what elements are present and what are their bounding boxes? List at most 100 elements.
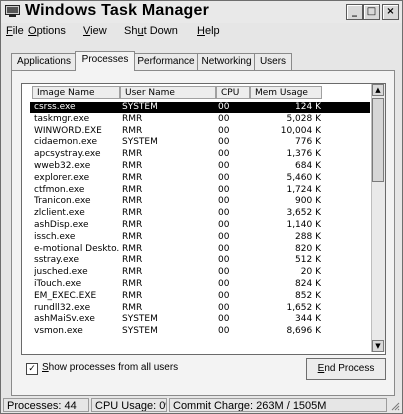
menu-shutdown-label: t Down	[143, 25, 178, 37]
menu-view-label: iew	[90, 25, 107, 37]
cpu-cell: 00	[218, 243, 230, 254]
menu-options-label: ptions	[36, 25, 66, 37]
user-name-cell: RMR	[122, 302, 143, 313]
mem-usage-cell: 124 K	[295, 102, 321, 112]
menu-options[interactable]: Options	[28, 25, 66, 37]
process-row[interactable]: wweb32.exe RMR 00 684 K	[30, 161, 370, 172]
process-row[interactable]: sstray.exe RMR 00 512 K	[30, 255, 370, 266]
mem-usage-cell: 512 K	[295, 255, 321, 266]
image-name-cell: e-motional Deskto...	[34, 243, 120, 254]
column-header-user-name[interactable]: User Name	[120, 86, 216, 99]
tab-processes[interactable]: Processes	[75, 51, 135, 71]
process-row[interactable]: WINWORD.EXE RMR 00 10,004 K	[30, 126, 370, 137]
close-button[interactable]: ×	[382, 4, 399, 20]
show-all-users-label[interactable]: Show processes from all users	[42, 362, 178, 373]
column-header-cpu[interactable]: CPU	[216, 86, 250, 99]
process-row[interactable]: jusched.exe RMR 00 20 K	[30, 267, 370, 278]
image-name-cell: wweb32.exe	[34, 161, 91, 171]
cpu-cell: 00	[218, 302, 230, 313]
user-name-cell: RMR	[122, 149, 143, 160]
image-name-cell: sstray.exe	[34, 255, 79, 266]
scroll-down-arrow-icon[interactable]: ▼	[372, 340, 384, 352]
mem-usage-cell: 900 K	[295, 196, 321, 207]
scroll-thumb[interactable]	[372, 98, 384, 182]
menu-help-label: elp	[204, 25, 220, 37]
tab-performance[interactable]: Performance	[133, 53, 199, 70]
process-row[interactable]: rundll32.exe RMR 00 1,652 K	[30, 303, 370, 314]
show-all-users-checkbox[interactable]: ✓	[26, 363, 38, 375]
vertical-scrollbar[interactable]: ▲ ▼	[371, 84, 385, 352]
process-row[interactable]: ashMaiSv.exe SYSTEM 00 344 K	[30, 314, 370, 325]
mem-usage-cell: 1,724 K	[286, 184, 321, 195]
cpu-cell: 00	[218, 255, 230, 266]
process-row[interactable]: e-motional Deskto... RMR 00 820 K	[30, 244, 370, 255]
process-row[interactable]: zlclient.exe RMR 00 3,652 K	[30, 208, 370, 219]
image-name-cell: taskmgr.exe	[34, 113, 90, 124]
minimize-button[interactable]: _	[346, 4, 363, 20]
process-list[interactable]: Image Name User Name CPU Mem Usage csrss…	[21, 83, 386, 355]
image-name-cell: vsmon.exe	[34, 326, 83, 337]
end-process-button[interactable]: End Process	[306, 358, 386, 380]
tab-users[interactable]: Users	[254, 53, 292, 70]
process-row[interactable]: csrss.exe SYSTEM 00 124 K	[30, 102, 370, 113]
mem-usage-cell: 3,652 K	[286, 208, 321, 219]
user-name-cell: RMR	[122, 125, 143, 136]
user-name-cell: RMR	[122, 267, 143, 278]
process-row[interactable]: ashDisp.exe RMR 00 1,140 K	[30, 220, 370, 231]
user-name-cell: RMR	[122, 208, 143, 219]
cpu-cell: 00	[218, 196, 230, 207]
title-bar[interactable]: Windows Task Manager _ □ ×	[1, 1, 402, 23]
image-name-cell: cidaemon.exe	[34, 137, 98, 148]
cpu-cell: 00	[218, 184, 230, 195]
status-bar: Processes: 44 CPU Usage: 0% Commit Charg…	[1, 397, 402, 413]
user-name-cell: RMR	[122, 279, 143, 289]
column-header-image-name[interactable]: Image Name	[32, 86, 120, 99]
process-row[interactable]: iTouch.exe RMR 00 824 K	[30, 279, 370, 290]
process-row[interactable]: apcsystray.exe RMR 00 1,376 K	[30, 149, 370, 160]
column-header-mem-usage[interactable]: Mem Usage	[250, 86, 322, 99]
user-name-cell: RMR	[122, 255, 143, 266]
process-row[interactable]: vsmon.exe SYSTEM 00 8,696 K	[30, 326, 370, 337]
process-row[interactable]: issch.exe RMR 00 288 K	[30, 232, 370, 243]
image-name-cell: apcsystray.exe	[34, 149, 101, 160]
maximize-button[interactable]: □	[363, 4, 380, 20]
image-name-cell: ashMaiSv.exe	[34, 314, 95, 325]
image-name-cell: csrss.exe	[34, 102, 76, 112]
mem-usage-cell: 1,140 K	[286, 220, 321, 230]
menu-file-accel: F	[6, 25, 13, 37]
show-all-users-accel: S	[42, 362, 49, 373]
cpu-cell: 00	[218, 149, 230, 160]
mem-usage-cell: 820 K	[295, 243, 321, 254]
menu-view[interactable]: View	[83, 25, 107, 37]
process-row[interactable]: EM_EXEC.EXE RMR 00 852 K	[30, 291, 370, 302]
image-name-cell: WINWORD.EXE	[34, 125, 102, 136]
resize-grip-icon[interactable]	[390, 401, 400, 411]
mem-usage-cell: 288 K	[295, 231, 321, 242]
mem-usage-cell: 20 K	[300, 267, 321, 278]
user-name-cell: RMR	[122, 184, 143, 195]
user-name-cell: RMR	[122, 113, 143, 124]
cpu-cell: 00	[218, 208, 230, 219]
cpu-cell: 00	[218, 314, 230, 325]
status-commit-charge: Commit Charge: 263M / 1505M	[169, 398, 387, 412]
cpu-cell: 00	[218, 125, 230, 136]
scroll-up-arrow-icon[interactable]: ▲	[372, 84, 384, 96]
tab-networking[interactable]: Networking	[197, 53, 256, 70]
image-name-cell: issch.exe	[34, 231, 76, 242]
process-row[interactable]: ctfmon.exe RMR 00 1,724 K	[30, 185, 370, 196]
user-name-cell: RMR	[122, 172, 143, 183]
tab-applications[interactable]: Applications	[11, 53, 77, 70]
mem-usage-cell: 5,460 K	[286, 172, 321, 183]
menu-shutdown[interactable]: Shut Down	[124, 25, 178, 37]
menu-file[interactable]: File	[6, 25, 24, 37]
menu-help[interactable]: Help	[197, 25, 220, 37]
process-row[interactable]: cidaemon.exe SYSTEM 00 776 K	[30, 137, 370, 148]
cpu-cell: 00	[218, 137, 230, 148]
cpu-cell: 00	[218, 290, 230, 301]
menu-shutdown-pre: Sh	[124, 25, 138, 37]
process-row[interactable]: explorer.exe RMR 00 5,460 K	[30, 173, 370, 184]
user-name-cell: SYSTEM	[122, 326, 158, 337]
task-manager-app-icon	[5, 5, 20, 17]
process-row[interactable]: Tranicon.exe RMR 00 900 K	[30, 196, 370, 207]
process-row[interactable]: taskmgr.exe RMR 00 5,028 K	[30, 114, 370, 125]
